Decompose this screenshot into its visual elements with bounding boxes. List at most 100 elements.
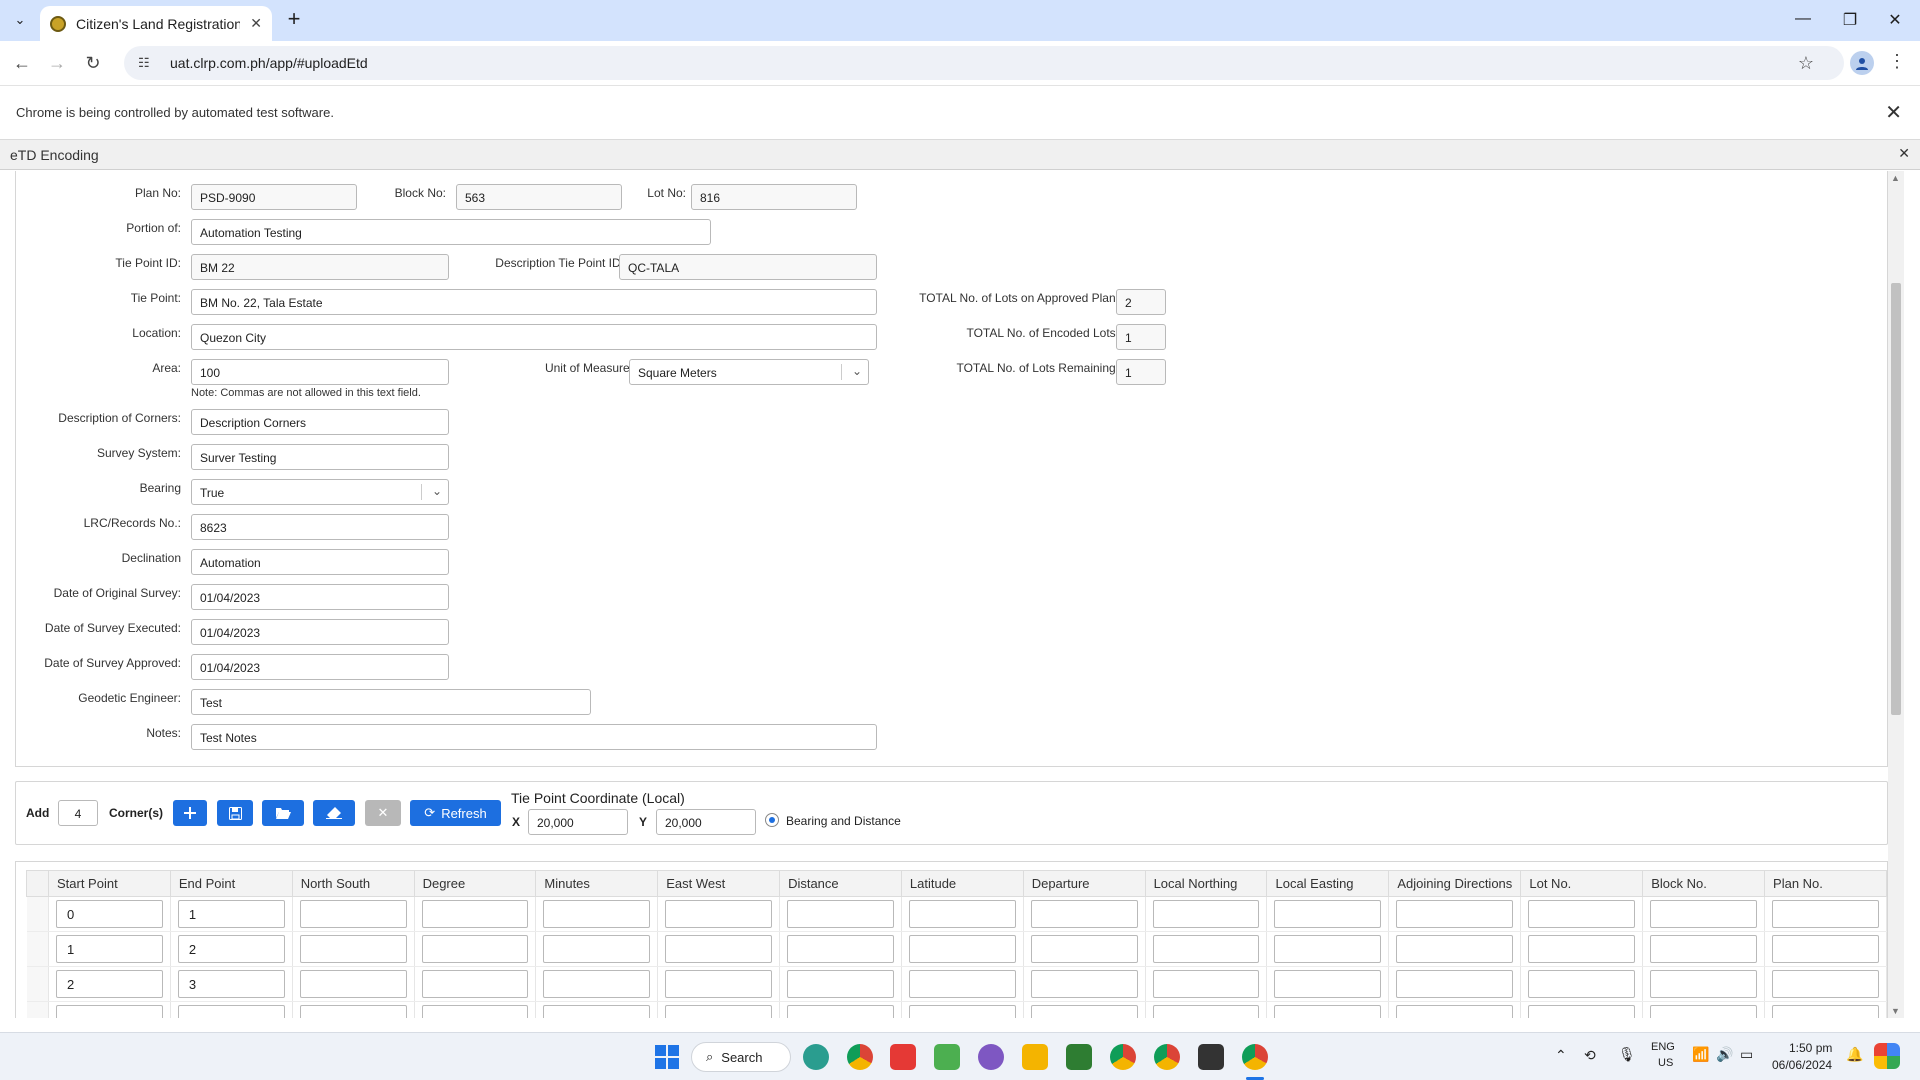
- cell-input[interactable]: [787, 935, 894, 963]
- cell-input[interactable]: [1528, 900, 1636, 928]
- chrome-beta-icon[interactable]: [1110, 1044, 1136, 1070]
- cell-input[interactable]: [1030, 900, 1138, 928]
- area-field[interactable]: 100: [191, 359, 449, 385]
- cell-input[interactable]: [1772, 1005, 1879, 1018]
- cell-input[interactable]: [787, 1005, 894, 1018]
- sync-icon[interactable]: ⟲: [1584, 1047, 1596, 1064]
- column-header[interactable]: Degree: [413, 870, 537, 897]
- app-purple-icon[interactable]: [978, 1044, 1004, 1070]
- copilot-icon[interactable]: [1874, 1043, 1900, 1069]
- cell-input[interactable]: [1772, 970, 1879, 998]
- cell-input[interactable]: [421, 970, 529, 998]
- cell-input[interactable]: [421, 935, 529, 963]
- cell-input[interactable]: [1772, 900, 1879, 928]
- column-header[interactable]: Plan No.: [1764, 870, 1887, 897]
- windows-start-icon[interactable]: [654, 1044, 680, 1070]
- cell-input[interactable]: [1274, 1005, 1382, 1018]
- column-header[interactable]: Start Point: [47, 870, 171, 897]
- plan-no-field[interactable]: PSD-9090: [191, 184, 357, 210]
- column-header[interactable]: Block No.: [1642, 870, 1766, 897]
- geodetic-engineer-field[interactable]: Test: [191, 689, 591, 715]
- add-corner-button[interactable]: [173, 800, 207, 826]
- column-header[interactable]: Latitude: [900, 870, 1024, 897]
- cell-input[interactable]: [1772, 935, 1879, 963]
- cell-input[interactable]: 0: [55, 900, 163, 928]
- cell-input[interactable]: [1274, 970, 1382, 998]
- x-coordinate-field[interactable]: 20,000: [528, 809, 628, 835]
- cell-input[interactable]: [665, 970, 773, 998]
- cell-input[interactable]: [787, 970, 894, 998]
- back-arrow-icon[interactable]: ←: [9, 51, 35, 77]
- bearing-select[interactable]: True ⌄: [191, 479, 449, 505]
- cell-input[interactable]: [543, 1005, 651, 1018]
- scroll-down-icon[interactable]: ▼: [1891, 1006, 1900, 1016]
- chrome-active-icon[interactable]: [1242, 1044, 1268, 1070]
- cell-input[interactable]: [299, 970, 407, 998]
- terminal-icon[interactable]: [1198, 1044, 1224, 1070]
- cell-input[interactable]: 3: [177, 970, 285, 998]
- clock-date[interactable]: 06/06/2024: [1772, 1058, 1832, 1072]
- column-header[interactable]: Departure: [1022, 870, 1146, 897]
- cell-input[interactable]: 1: [177, 900, 285, 928]
- cell-input[interactable]: 1: [55, 935, 163, 963]
- cell-input[interactable]: [1152, 1005, 1260, 1018]
- tab-close-icon[interactable]: ✕: [250, 15, 262, 32]
- refresh-button[interactable]: ⟳ Refresh: [410, 800, 501, 826]
- cell-input[interactable]: [1396, 900, 1514, 928]
- cell-input[interactable]: [665, 1005, 773, 1018]
- row-handle[interactable]: [26, 931, 49, 967]
- browser-tab[interactable]: Citizen's Land Registration Port ✕: [40, 6, 272, 41]
- window-close-icon[interactable]: ✕: [1880, 10, 1910, 30]
- cell-input[interactable]: [908, 970, 1016, 998]
- tie-point-id-field[interactable]: BM 22: [191, 254, 449, 280]
- new-tab-plus-icon[interactable]: +: [282, 8, 306, 32]
- cell-input[interactable]: [908, 935, 1016, 963]
- cell-input[interactable]: [665, 935, 773, 963]
- date-original-field[interactable]: 01/04/2023: [191, 584, 449, 610]
- total-encoded-field[interactable]: 1: [1116, 324, 1166, 350]
- cell-input[interactable]: [1528, 970, 1636, 998]
- cell-input[interactable]: [787, 900, 894, 928]
- cell-input[interactable]: [908, 1005, 1016, 1018]
- corner-count-field[interactable]: 4: [58, 800, 98, 826]
- row-handle[interactable]: [26, 966, 49, 1002]
- cell-input[interactable]: [1650, 970, 1758, 998]
- lot-no-field[interactable]: 816: [691, 184, 857, 210]
- cell-input[interactable]: [1274, 935, 1382, 963]
- cell-input[interactable]: [1152, 900, 1260, 928]
- site-info-icon[interactable]: ☷: [138, 55, 154, 71]
- cell-input[interactable]: [1030, 970, 1138, 998]
- cell-input[interactable]: [1030, 1005, 1138, 1018]
- save-button[interactable]: [217, 800, 253, 826]
- cell-input[interactable]: [908, 900, 1016, 928]
- tie-point-field[interactable]: BM No. 22, Tala Estate: [191, 289, 877, 315]
- infobar-close-icon[interactable]: ✕: [1885, 100, 1902, 125]
- cell-input[interactable]: [1650, 935, 1758, 963]
- date-executed-field[interactable]: 01/04/2023: [191, 619, 449, 645]
- cell-input[interactable]: [421, 1005, 529, 1018]
- chrome-alt-icon[interactable]: [1154, 1044, 1180, 1070]
- wifi-icon[interactable]: 📶: [1692, 1046, 1709, 1063]
- y-coordinate-field[interactable]: 20,000: [656, 809, 756, 835]
- cell-input[interactable]: [1528, 1005, 1636, 1018]
- unit-of-measure-select[interactable]: Square Meters ⌄: [629, 359, 869, 385]
- declination-field[interactable]: Automation: [191, 549, 449, 575]
- volume-icon[interactable]: 🔊: [1716, 1046, 1733, 1063]
- cell-input[interactable]: [543, 900, 651, 928]
- cell-input[interactable]: [543, 970, 651, 998]
- tray-chevron-up-icon[interactable]: ⌃: [1555, 1047, 1567, 1064]
- cell-input[interactable]: 2: [177, 935, 285, 963]
- profile-avatar-icon[interactable]: [1850, 51, 1874, 75]
- cell-input[interactable]: 2: [55, 970, 163, 998]
- column-header[interactable]: North South: [291, 870, 415, 897]
- portion-of-field[interactable]: Automation Testing: [191, 219, 711, 245]
- column-header[interactable]: Minutes: [535, 870, 659, 897]
- cell-input[interactable]: [665, 900, 773, 928]
- browser-menu-icon[interactable]: ⋮: [1888, 51, 1906, 72]
- cell-input[interactable]: [1650, 1005, 1758, 1018]
- app-green-icon[interactable]: [1066, 1044, 1092, 1070]
- microphone-icon[interactable]: 🎙: [1618, 1046, 1636, 1063]
- eraser-button[interactable]: [313, 800, 355, 826]
- desc-tie-point-id-field[interactable]: QC-TALA: [619, 254, 877, 280]
- bookmark-star-icon[interactable]: ☆: [1798, 53, 1814, 74]
